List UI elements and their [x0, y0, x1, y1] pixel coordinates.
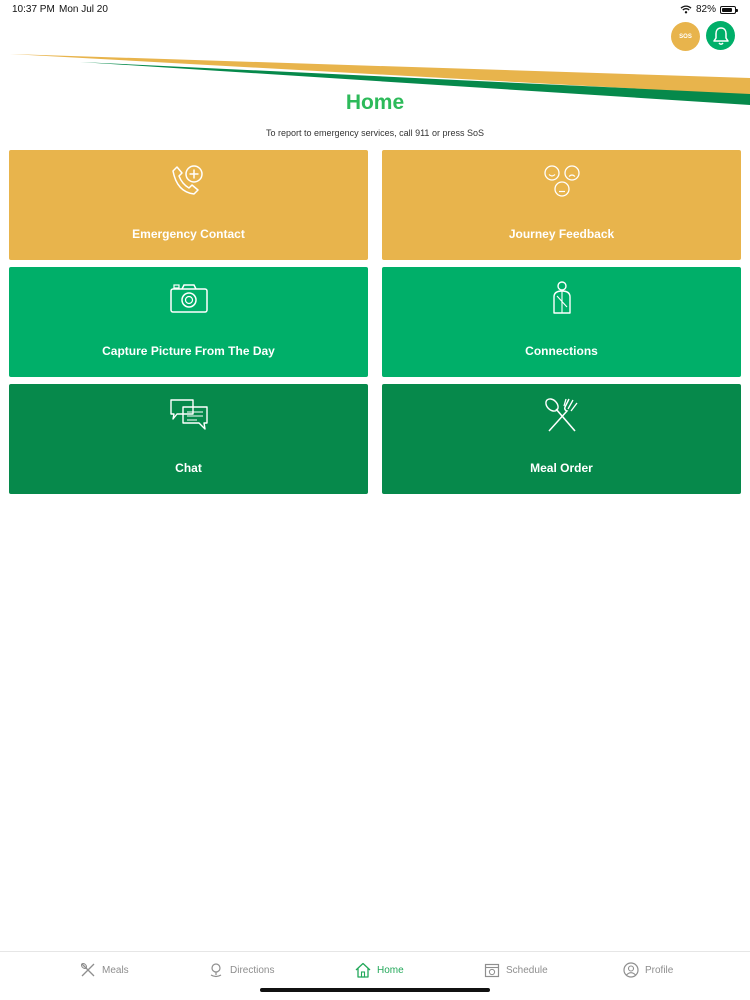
page-title: Home	[345, 91, 405, 114]
emergency-instructions: To report to emergency services, call 91…	[266, 128, 484, 138]
sos-button[interactable]: SOS	[671, 22, 700, 51]
tile-label: Chat	[175, 461, 202, 475]
profile-icon	[623, 962, 639, 978]
tab-directions[interactable]: Directions	[208, 962, 274, 978]
tab-home[interactable]: Home	[355, 962, 404, 978]
tab-meals[interactable]: Meals	[80, 962, 129, 978]
status-bar: 10:37 PM Mon Jul 20 82%	[0, 0, 750, 20]
camera-icon	[169, 284, 208, 313]
tab-label: Schedule	[506, 964, 548, 976]
tile-label: Journey Feedback	[508, 227, 615, 241]
tile-label: Meal Order	[530, 461, 593, 475]
chat-tile[interactable]: Chat	[9, 384, 368, 494]
home-indicator	[260, 988, 490, 992]
battery-icon	[720, 5, 738, 14]
calendar-icon	[484, 963, 500, 978]
battery-percent: 82%	[695, 4, 716, 15]
chat-bubbles-icon	[169, 399, 208, 430]
meal-order-tile[interactable]: Meal Order	[382, 384, 741, 494]
sos-label: SOS	[679, 33, 692, 40]
connections-tile[interactable]: Connections	[382, 267, 741, 377]
status-time: 10:37 PM	[12, 4, 55, 15]
status-date: Mon Jul 20	[59, 4, 108, 15]
map-pin-icon	[210, 963, 222, 978]
bell-icon	[712, 26, 729, 45]
emergency-contact-tile[interactable]: Emergency Contact	[9, 150, 368, 260]
tab-profile[interactable]: Profile	[623, 962, 673, 978]
journey-feedback-tile[interactable]: Journey Feedback	[382, 150, 741, 260]
tab-bar: Meals Directions Home Schedule Profile	[0, 951, 750, 1000]
tab-label: Meals	[102, 964, 129, 976]
tile-label: Connections	[525, 344, 598, 358]
home-icon	[355, 962, 371, 978]
status-indicators: 82%	[680, 4, 738, 15]
wifi-icon	[680, 5, 692, 14]
capture-picture-tile[interactable]: Capture Picture From The Day	[9, 267, 368, 377]
tab-label: Directions	[230, 964, 275, 976]
faces-icon	[543, 165, 580, 197]
person-icon	[552, 281, 571, 314]
tile-label: Emergency Contact	[132, 227, 245, 241]
tab-label: Home	[377, 964, 404, 976]
tab-schedule[interactable]: Schedule	[484, 962, 548, 978]
utensils-icon	[80, 962, 95, 977]
notifications-button[interactable]	[706, 21, 735, 50]
phone-plus-icon	[171, 165, 203, 195]
tab-label: Profile	[645, 964, 674, 976]
tile-label: Capture Picture From The Day	[102, 344, 275, 358]
fork-spoon-icon	[544, 398, 578, 432]
